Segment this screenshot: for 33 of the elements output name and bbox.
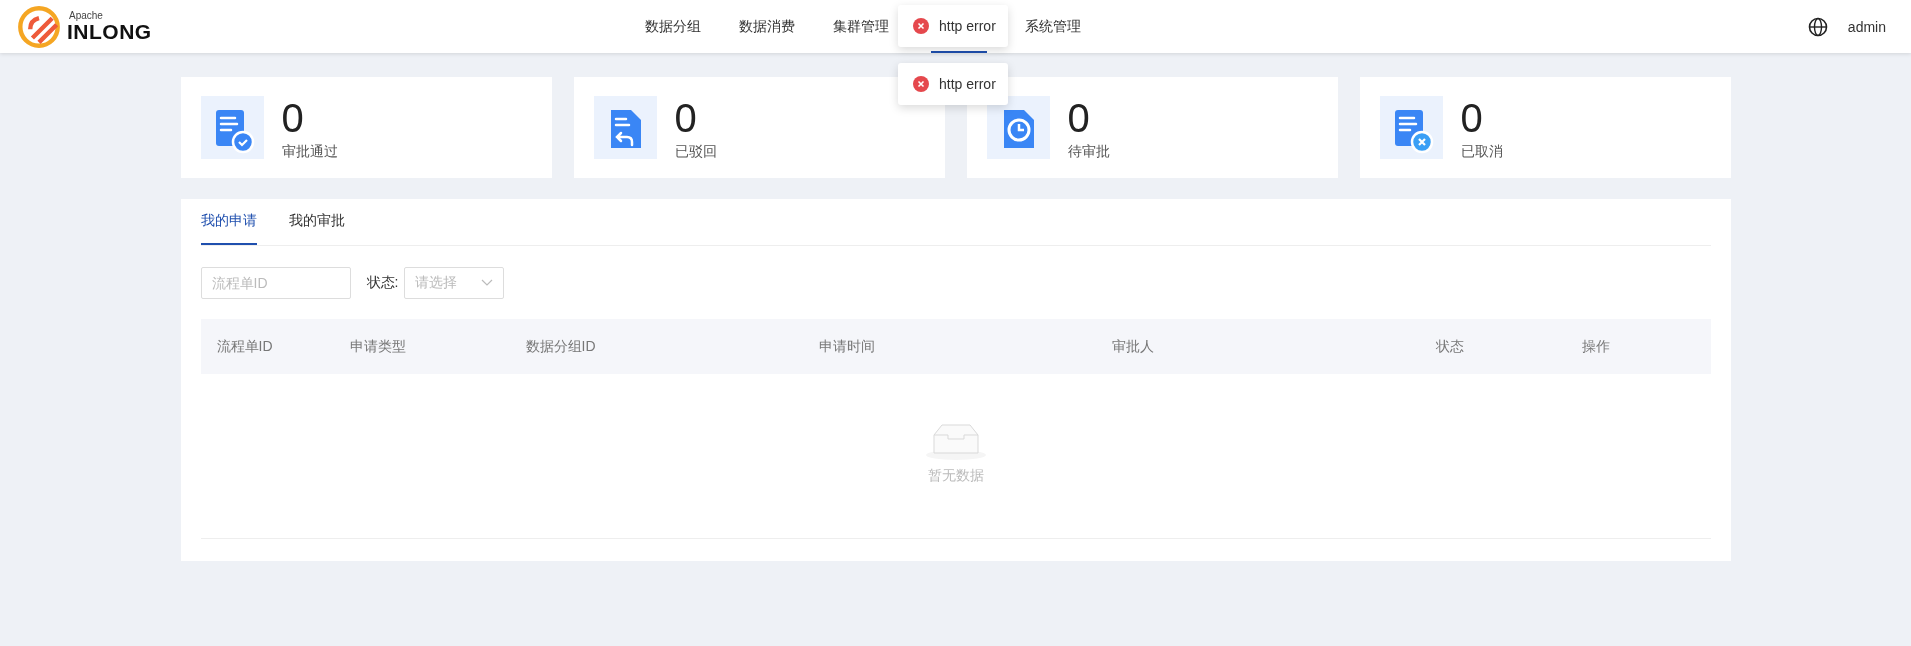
error-icon	[913, 18, 929, 34]
column-header: 状态	[1434, 337, 1465, 356]
stat-value: 0	[1067, 94, 1091, 141]
nav-item[interactable]: 数据分组	[626, 0, 720, 53]
toast-message: http error	[939, 18, 996, 34]
globe-icon[interactable]	[1807, 16, 1828, 37]
tab[interactable]: 我的申请	[200, 199, 257, 245]
stat-label: 已驳回	[674, 142, 717, 161]
user-name[interactable]: admin	[1847, 18, 1886, 35]
column-header: 申请时间	[817, 337, 876, 356]
chevron-down-icon	[481, 279, 494, 287]
status-label: 状态:	[366, 274, 399, 292]
stat-label: 待审批	[1067, 142, 1110, 161]
stat-value: 0	[281, 94, 305, 141]
tab[interactable]: 我的审批	[288, 199, 345, 245]
search-field[interactable]: 流程单ID	[200, 267, 351, 299]
column-header: 操作	[1580, 337, 1611, 356]
nav-item[interactable]: 系统管理	[1006, 0, 1100, 53]
empty-text: 暂无数据	[927, 467, 984, 485]
toast-message: http error	[939, 76, 996, 92]
column-header: 流程单ID	[215, 337, 274, 356]
column-header: 申请类型	[348, 337, 407, 356]
logo-title: INLONG	[67, 21, 152, 42]
logo-icon	[17, 4, 61, 49]
stat-value: 0	[674, 94, 698, 141]
stat-label: 审批通过	[281, 142, 338, 161]
column-header: 审批人	[1110, 337, 1155, 356]
nav-item[interactable]: 数据消费	[720, 0, 814, 53]
error-icon	[913, 76, 929, 92]
stat-value: 0	[1460, 94, 1484, 141]
stat-label: 已取消	[1460, 142, 1503, 161]
logo-subtitle: Apache	[69, 11, 104, 21]
column-header: 数据分组ID	[524, 337, 597, 356]
